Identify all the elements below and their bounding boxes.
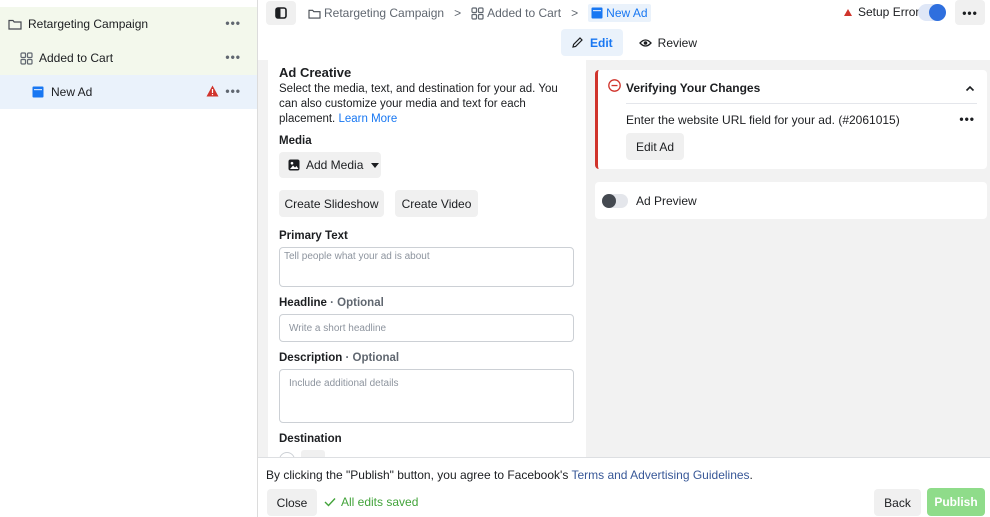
ad-creative-form[interactable]: Ad Creative Select the media, text, and … bbox=[268, 60, 586, 457]
section-description: Select the media, text, and destination … bbox=[279, 82, 579, 127]
agreement-suffix: . bbox=[749, 468, 753, 482]
agreement-text: By clicking the "Publish" button, you ag… bbox=[266, 468, 569, 482]
add-media-dropdown[interactable]: Add Media bbox=[279, 152, 381, 178]
more-options-button[interactable]: ••• bbox=[955, 0, 985, 25]
destination-label: Destination bbox=[279, 433, 342, 445]
edit-ad-button[interactable]: Edit Ad bbox=[626, 133, 684, 160]
headline-input[interactable]: Write a short headline bbox=[279, 314, 574, 342]
primary-text-input[interactable]: Tell people what your ad is about bbox=[279, 247, 574, 287]
breadcrumb-label: Added to Cart bbox=[487, 6, 562, 20]
toggle-knob bbox=[929, 4, 946, 21]
ad-preview-card: Ad Preview bbox=[595, 182, 987, 219]
save-status: All edits saved bbox=[324, 495, 418, 509]
tab-edit[interactable]: Edit bbox=[561, 29, 623, 56]
label-text: Description bbox=[279, 352, 343, 364]
footer-bar: By clicking the "Publish" button, you ag… bbox=[258, 457, 990, 517]
caret-down-icon bbox=[371, 162, 380, 168]
breadcrumb-ad-set[interactable]: Added to Cart bbox=[471, 6, 561, 20]
create-video-button[interactable]: Create Video bbox=[395, 190, 478, 217]
placeholder-text: Write a short headline bbox=[289, 323, 387, 334]
sidebar-item-label: Added to Cart bbox=[39, 51, 114, 65]
more-options-icon[interactable]: ••• bbox=[225, 50, 241, 64]
divider bbox=[626, 103, 977, 104]
create-slideshow-button[interactable]: Create Slideshow bbox=[279, 190, 384, 217]
tab-label: Review bbox=[657, 35, 698, 50]
pencil-icon bbox=[571, 36, 584, 49]
toggle-sidebar-button[interactable] bbox=[266, 1, 296, 25]
section-title: Ad Creative bbox=[279, 65, 352, 80]
breadcrumb-ad[interactable]: New Ad bbox=[588, 4, 651, 22]
label-text: Headline bbox=[279, 297, 327, 309]
description-text: Select the media, text, and destination … bbox=[279, 83, 558, 125]
description-input[interactable]: Include additional details bbox=[279, 369, 574, 423]
status-label: Setup Error bbox=[858, 5, 920, 19]
ad-preview-toggle[interactable] bbox=[602, 194, 628, 208]
toggle-knob bbox=[602, 194, 616, 208]
chevron-right-icon: > bbox=[454, 6, 462, 20]
ad-icon bbox=[31, 85, 45, 99]
sidebar-item-ad[interactable]: New Ad ••• bbox=[0, 75, 257, 109]
warning-icon bbox=[206, 85, 219, 100]
eye-icon bbox=[638, 38, 652, 48]
publish-agreement: By clicking the "Publish" button, you ag… bbox=[266, 468, 753, 482]
more-options-icon[interactable]: ••• bbox=[959, 112, 975, 126]
verification-error-card: Verifying Your Changes Enter the website… bbox=[595, 70, 987, 169]
setup-error-status: Setup Error bbox=[844, 5, 919, 19]
folder-icon bbox=[308, 8, 321, 19]
sidebar-item-campaign[interactable]: Retargeting Campaign ••• bbox=[0, 7, 257, 41]
top-bar: Retargeting Campaign > Added to Cart > N… bbox=[258, 0, 990, 60]
ad-set-grid-icon bbox=[19, 51, 33, 65]
folder-icon bbox=[8, 17, 22, 31]
more-options-icon[interactable]: ••• bbox=[225, 16, 241, 30]
breadcrumb-label: New Ad bbox=[606, 6, 648, 20]
primary-text-label: Primary Text bbox=[279, 230, 348, 242]
back-button[interactable]: Back bbox=[874, 489, 921, 516]
terms-link[interactable]: Terms and Advertising Guidelines bbox=[571, 468, 749, 482]
ad-active-toggle[interactable] bbox=[918, 4, 946, 21]
breadcrumb: Retargeting Campaign > Added to Cart > N… bbox=[308, 4, 651, 22]
image-icon bbox=[288, 159, 300, 171]
media-label: Media bbox=[279, 135, 312, 147]
learn-more-link[interactable]: Learn More bbox=[338, 113, 397, 125]
breadcrumb-label: Retargeting Campaign bbox=[324, 6, 445, 20]
sidebar-item-label: New Ad bbox=[51, 85, 93, 99]
ad-preview-label: Ad Preview bbox=[636, 194, 697, 208]
warning-icon bbox=[844, 8, 852, 16]
close-button[interactable]: Close bbox=[267, 489, 317, 516]
sidebar-panel-icon bbox=[275, 7, 287, 19]
more-options-icon[interactable]: ••• bbox=[225, 84, 241, 98]
save-status-text: All edits saved bbox=[341, 495, 419, 509]
sidebar-item-ad-set[interactable]: Added to Cart ••• bbox=[0, 41, 257, 75]
mode-tabs: Edit Review bbox=[561, 29, 713, 56]
checkmark-icon bbox=[324, 497, 336, 507]
optional-tag: · Optional bbox=[345, 352, 400, 364]
ad-icon bbox=[591, 7, 603, 19]
destination-option[interactable] bbox=[301, 450, 325, 457]
tab-label: Edit bbox=[590, 35, 613, 50]
chevron-right-icon: > bbox=[571, 6, 579, 20]
description-label: Description · Optional bbox=[279, 352, 399, 364]
placeholder-text: Tell people what your ad is about bbox=[284, 251, 430, 262]
breadcrumb-campaign[interactable]: Retargeting Campaign bbox=[308, 6, 444, 20]
publish-button[interactable]: Publish bbox=[927, 488, 985, 516]
verify-title: Verifying Your Changes bbox=[626, 81, 761, 95]
chevron-up-icon[interactable] bbox=[965, 81, 975, 95]
tab-review[interactable]: Review bbox=[629, 29, 707, 56]
optional-tag: · Optional bbox=[330, 297, 384, 309]
add-media-label: Add Media bbox=[306, 158, 364, 172]
ad-set-grid-icon bbox=[471, 6, 484, 20]
error-message: Enter the website URL field for your ad.… bbox=[626, 113, 900, 127]
campaign-tree-sidebar: Retargeting Campaign ••• Added to Cart •… bbox=[0, 0, 258, 517]
sidebar-item-label: Retargeting Campaign bbox=[28, 17, 149, 31]
headline-label: Headline · Optional bbox=[279, 297, 384, 309]
placeholder-text: Include additional details bbox=[289, 378, 399, 389]
error-minus-circle-icon bbox=[608, 79, 621, 95]
editor-main: Ad Creative Select the media, text, and … bbox=[258, 60, 990, 457]
